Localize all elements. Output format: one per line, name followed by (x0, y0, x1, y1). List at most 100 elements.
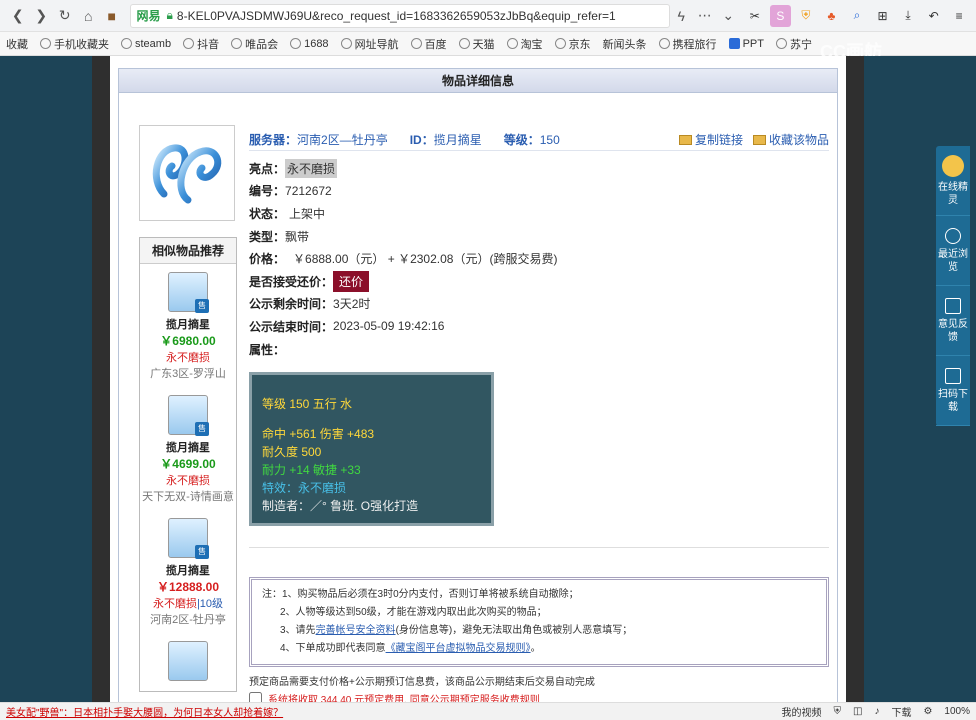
globe-icon (231, 38, 243, 49)
similar-item-price: ￥4699.00 (160, 457, 216, 471)
similar-item-name: 揽月摘星 (166, 565, 210, 577)
similar-item[interactable] (140, 633, 236, 691)
lock-icon: 🔒︎ (166, 8, 173, 22)
folder-icon (678, 134, 692, 145)
bookmark-item[interactable]: 百度 (410, 36, 447, 52)
bookmark-item[interactable]: 收藏 (6, 36, 28, 52)
remaining-row: 公示剩余时间： 3天2时 (249, 297, 371, 312)
highlight-value: 永不磨损 (285, 158, 338, 178)
bookmark-item[interactable]: steamb (121, 38, 171, 50)
bookmark-item[interactable]: 京东 (554, 36, 591, 52)
bookmark-item[interactable]: 网址导航 (340, 36, 399, 52)
side-floating-panel: 在线精灵 最近浏览 意见反馈 扫码下载 (936, 146, 970, 426)
menu-icon[interactable]: ≡ (948, 5, 970, 27)
item-stats-box: 等级 150 五行 水 命中 +561 伤害 +483 耐久度 500 耐力 +… (249, 372, 494, 526)
download-button[interactable]: 下载 (891, 704, 911, 719)
similar-item-level: |10级 (196, 598, 224, 610)
online-assistant-button[interactable]: 在线精灵 (936, 146, 970, 216)
ribbon-item-icon: 售 (168, 272, 209, 313)
bookmark-item[interactable]: 唯品会 (231, 36, 278, 52)
page-right-border (846, 56, 864, 702)
forward-icon[interactable]: ❯ (30, 4, 54, 28)
ribbon-item-icon: 售 (168, 518, 209, 559)
attributes-row: 属性： (249, 342, 286, 357)
globe-icon (121, 38, 132, 49)
back-icon[interactable]: ❮ (6, 4, 30, 28)
bookmark-item[interactable]: PPT (728, 38, 764, 50)
end-time-row: 公示结束时间： 2023-05-09 19:42:16 (249, 319, 445, 334)
extension-scissor-icon[interactable]: ✂ (744, 5, 766, 27)
home-icon[interactable]: ⌂ (77, 4, 101, 28)
level-label: 等级： (503, 133, 540, 147)
qr-scan-icon (945, 367, 961, 384)
similar-item[interactable]: 售 揽月摘星 ￥12888.00 永不磨损|10级 河南2区-牡丹亭 (140, 510, 236, 633)
number-value: 7212672 (285, 183, 332, 198)
number-row: 编号： 7212672 (249, 183, 332, 199)
dropdown-icon[interactable]: ⌄ (717, 4, 741, 28)
bookmark-item[interactable]: 苏宁 (775, 36, 812, 52)
trade-rules-link[interactable]: 《藏宝阁平台虚拟物品交易规则》 (386, 643, 531, 654)
news-ticker-link[interactable]: 美女配"野兽"：日本相扑手娶大腰圆，为何日本女人却抢着嫁？ (6, 704, 283, 719)
scan-download-button[interactable]: 扫码下载 (936, 356, 970, 426)
bookmark-item[interactable]: 淘宝 (506, 36, 543, 52)
copy-link-button[interactable]: 复制链接 (678, 131, 743, 148)
item-fields: 亮点： 永不磨损 编号： 7212672 状态： 上架中 类型： 飘带 价格： (249, 157, 829, 360)
globe-icon (410, 38, 422, 49)
reload-icon[interactable]: ↻ (53, 4, 77, 28)
similar-item[interactable]: 售 揽月摘星 ￥6980.00 永不磨损 广东3区-罗浮山 (140, 264, 236, 387)
price-row: 价格： ￥6888.00（元） + ￥2302.08（元）(跨服交易费) (249, 252, 558, 267)
download-icon[interactable]: ⤓ (897, 5, 919, 27)
browser-toolbar: ❮ ❯ ↻ ⌂ ■ 网易 🔒︎ 8-KEL0PVAJSDMWJ69U&reco_… (0, 0, 976, 32)
status-value: 上架中 (289, 206, 326, 221)
ribbon-item-icon: 售 (168, 395, 209, 436)
extension-s-icon[interactable]: S (769, 4, 792, 27)
ribbon-item-icon (152, 144, 222, 204)
globe-icon (775, 38, 787, 49)
folder-icon (752, 134, 766, 145)
zoom-level[interactable]: 100% (944, 706, 970, 717)
bookmark-item[interactable]: 1688 (290, 38, 329, 50)
assistant-avatar-icon (942, 154, 964, 177)
browser-status-bar: 美女配"野兽"：日本相扑手娶大腰圆，为何日本女人却抢着嫁？ 我的视频 ⛨ ◫ ♪… (0, 702, 976, 720)
item-detail-panel: 物品详细信息 相似物品推荐 售 揽月摘星 ￥6980.00 永不磨损 广东3区-… (118, 68, 838, 708)
similar-item-name: 揽月摘星 (166, 442, 210, 454)
remaining-value: 3天2时 (333, 297, 371, 312)
end-time-value: 2023-05-09 19:42:16 (333, 319, 445, 334)
bookmark-item[interactable]: 天猫 (458, 36, 495, 52)
ribbon-item-icon (168, 641, 208, 681)
stat-line: 制造者：／° 鲁班. O强化打造 (262, 499, 419, 513)
lightning-icon[interactable]: ϟ (670, 4, 694, 28)
similar-item[interactable]: 售 揽月摘星 ￥4699.00 永不磨损 天下无双-诗情画意 (140, 387, 236, 510)
feedback-button[interactable]: 意见反馈 (936, 286, 970, 356)
undo-icon[interactable]: ↶ (923, 5, 945, 27)
security-info-link[interactable]: 完善帐号安全资料 (316, 625, 396, 636)
extension-shield-icon[interactable]: ⛨ (795, 5, 817, 27)
similar-item-price: ￥12888.00 (156, 580, 220, 594)
shield-icon[interactable]: ⛨ (834, 706, 842, 717)
more-icon[interactable]: ⋯ (693, 4, 717, 28)
settings-icon[interactable]: ⚙ (923, 706, 932, 717)
recent-views-button[interactable]: 最近浏览 (936, 216, 970, 286)
apps-icon[interactable]: ⊞ (872, 5, 894, 27)
item-thumbnail (139, 125, 235, 221)
reserve-note: 预定商品需要支付价格+公示期预订信息费，该商品公示期结束后交易自动完成 (249, 677, 595, 688)
address-bar[interactable]: 网易 🔒︎ 8-KEL0PVAJSDMWJ69U&reco_request_id… (129, 3, 670, 28)
bargain-button[interactable]: 还价 (333, 270, 370, 292)
sound-icon[interactable]: ♪ (874, 706, 879, 717)
camera-icon[interactable]: ◫ (853, 706, 862, 717)
stat-line: 命中 +561 伤害 +483 (262, 427, 375, 441)
extension-game-icon[interactable]: ♣ (821, 5, 843, 27)
favorite-button[interactable]: 收藏该物品 (752, 131, 829, 148)
bookmark-item[interactable]: 新闻头条 (603, 36, 647, 52)
my-video-button[interactable]: 我的视频 (782, 704, 822, 719)
bookmark-item[interactable]: 手机收藏夹 (40, 36, 109, 52)
bookmark-item[interactable]: 抖音 (183, 36, 219, 52)
similar-item-attr: 永不磨损 (166, 352, 210, 364)
extension-search-icon[interactable]: ⌕ (846, 5, 868, 27)
sale-badge: 售 (195, 299, 209, 313)
type-row: 类型： 飘带 (249, 229, 310, 244)
sale-badge: 售 (195, 545, 209, 559)
briefcase-icon[interactable]: ■ (100, 4, 124, 28)
similar-item-server: 河南2区-牡丹亭 (150, 614, 226, 626)
bookmark-item[interactable]: 携程旅行 (658, 36, 717, 52)
